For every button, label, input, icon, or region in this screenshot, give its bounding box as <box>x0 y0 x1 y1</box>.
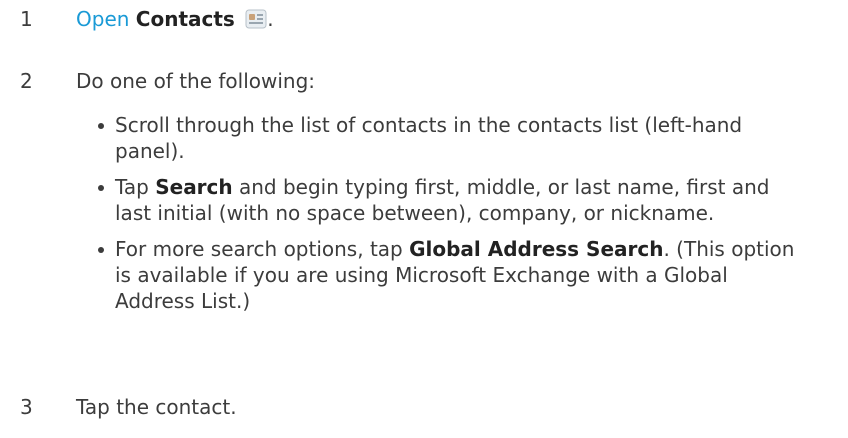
step-number: 1 <box>20 7 33 31</box>
step-text: Tap the contact. <box>76 395 237 419</box>
step-text: Do one of the following: <box>76 69 316 93</box>
list-item: Scroll through the list of contacts in t… <box>97 112 827 164</box>
period: . <box>267 7 274 31</box>
step-number: 3 <box>20 395 33 419</box>
list-item: For more search options, tap Global Addr… <box>97 236 827 314</box>
bullet-list: Scroll through the list of contacts in t… <box>97 112 827 324</box>
contacts-app-icon <box>245 8 267 30</box>
step-number: 2 <box>20 69 33 93</box>
global-address-search-label: Global Address Search <box>409 237 664 261</box>
open-link[interactable]: Open <box>76 7 129 31</box>
contacts-label: Contacts <box>135 7 235 31</box>
search-label: Search <box>155 175 233 199</box>
list-item: Tap Search and begin typing first, middl… <box>97 174 827 226</box>
step-text: Open Contacts . <box>76 6 274 32</box>
